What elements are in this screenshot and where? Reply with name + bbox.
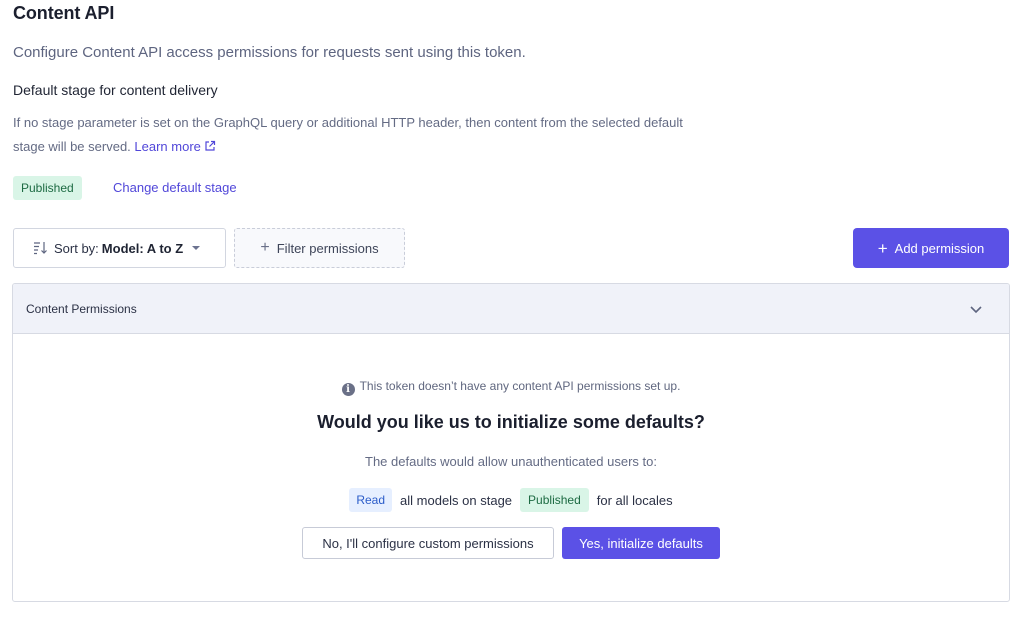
current-stage-badge: Published	[13, 176, 82, 200]
chevron-down-icon[interactable]	[969, 302, 983, 316]
sort-label-value: Model: A to Z	[101, 240, 184, 256]
default-permission-summary: Read all models on stage Published for a…	[13, 488, 1009, 512]
defaults-description: The defaults would allow unauthenticated…	[365, 454, 657, 469]
read-permission-badge: Read	[349, 488, 393, 512]
sort-dropdown[interactable]: Sort by: Model: A to Z	[13, 228, 226, 268]
permission-locales-text: for all locales	[596, 492, 673, 508]
filter-permissions-button[interactable]: + Filter permissions	[234, 228, 405, 268]
add-permission-label: Add permission	[894, 240, 985, 256]
content-permissions-panel: Content Permissions i This token doesn’t …	[12, 283, 1010, 602]
plus-icon: +	[260, 239, 270, 256]
external-link-icon	[205, 140, 215, 151]
published-stage-badge: Published	[520, 488, 589, 512]
sort-label-prefix: Sort by:	[54, 240, 99, 256]
content-permissions-header[interactable]: Content Permissions	[13, 284, 1009, 334]
page-subtitle: Configure Content API access permissions…	[13, 44, 526, 61]
caret-down-icon	[192, 246, 201, 250]
default-stage-description: If no stage parameter is set on the Grap…	[13, 111, 703, 159]
content-permissions-title: Content Permissions	[26, 301, 137, 316]
default-stage-description-text: If no stage parameter is set on the Grap…	[13, 115, 683, 154]
no-permissions-text: This token doesn’t have any content API …	[359, 379, 681, 393]
initialize-defaults-question: Would you like us to initialize some def…	[317, 412, 705, 432]
filter-permissions-label: Filter permissions	[276, 240, 379, 256]
default-stage-heading: Default stage for content delivery	[13, 82, 218, 98]
info-icon: i	[341, 383, 355, 396]
change-default-stage-link[interactable]: Change default stage	[113, 180, 237, 195]
page-title: Content API	[13, 3, 115, 23]
permission-models-text: all models on stage	[400, 492, 513, 508]
initialize-defaults-button[interactable]: Yes, initialize defaults	[562, 527, 720, 559]
no-permissions-info: i This token doesn’t have any content API…	[13, 379, 1009, 396]
learn-more-label: Learn more	[134, 139, 201, 154]
plus-icon: +	[877, 238, 888, 258]
sort-descending-icon	[34, 242, 47, 255]
add-permission-button[interactable]: + Add permission	[853, 228, 1009, 268]
learn-more-link[interactable]: Learn more	[134, 139, 215, 154]
configure-custom-permissions-button[interactable]: No, I'll configure custom permissions	[302, 527, 554, 559]
